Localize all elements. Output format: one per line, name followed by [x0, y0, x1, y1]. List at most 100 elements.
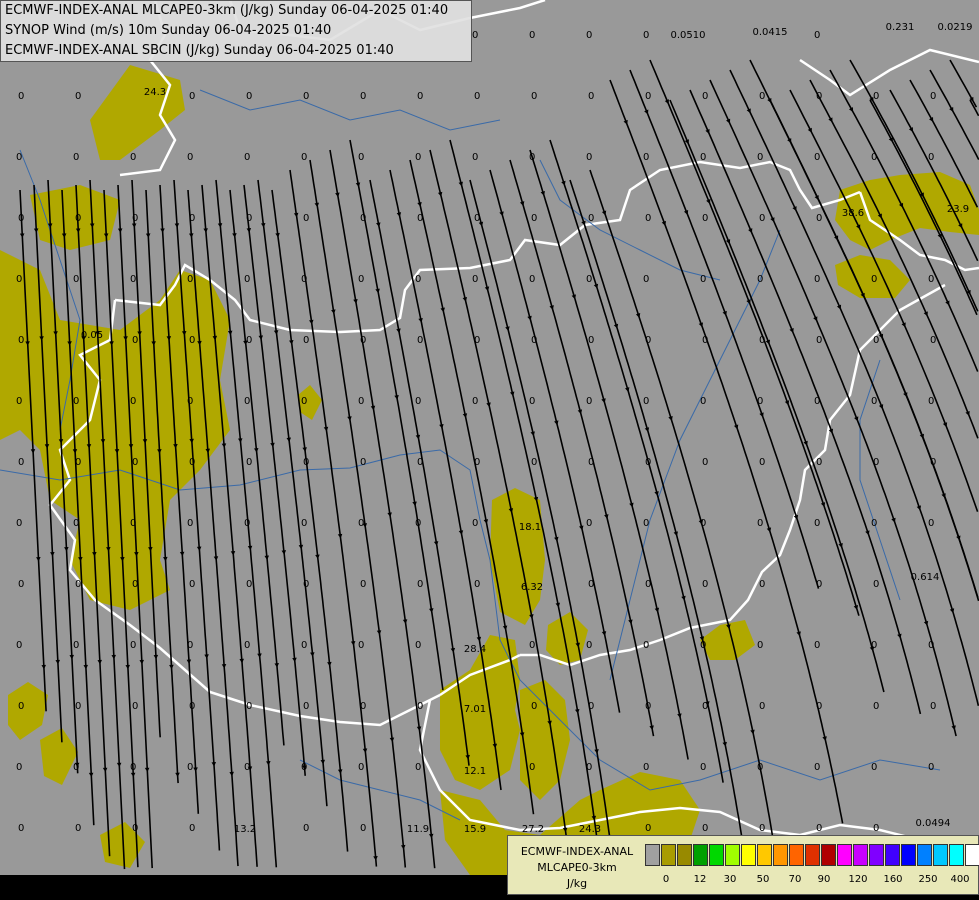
cape-value-label: 28.4 [464, 644, 486, 655]
zero-value-label: 0 [873, 701, 879, 712]
zero-value-label: 0 [474, 457, 480, 468]
zero-value-label: 0 [187, 396, 193, 407]
zero-value-label: 0 [415, 640, 421, 651]
zero-value-label: 0 [244, 152, 250, 163]
zero-value-label: 0 [132, 701, 138, 712]
zero-value-label: 0 [18, 457, 24, 468]
zero-value-label: 0 [360, 579, 366, 590]
zero-value-label: 0 [588, 701, 594, 712]
zero-value-label: 0 [759, 91, 765, 102]
legend-swatch [885, 844, 900, 866]
zero-value-label: 0 [358, 274, 364, 285]
zero-value-label: 0 [759, 457, 765, 468]
zero-value-label: 0 [18, 213, 24, 224]
zero-value-label: 0 [700, 274, 706, 285]
zero-value-label: 0 [246, 579, 252, 590]
legend-tick-label: 120 [848, 874, 868, 885]
zero-value-label: 0 [75, 823, 81, 834]
cape-value-label: 6.32 [521, 582, 543, 593]
zero-value-label: 0 [187, 640, 193, 651]
zero-value-label: 0 [187, 518, 193, 529]
zero-value-label: 0 [645, 213, 651, 224]
zero-value-label: 0 [187, 152, 193, 163]
zero-value-label: 0 [303, 701, 309, 712]
zero-value-label: 0 [189, 91, 195, 102]
zero-value-label: 0 [244, 274, 250, 285]
zero-value-label: 0 [358, 396, 364, 407]
legend-unit: J/kg [566, 877, 588, 890]
zero-value-label: 0 [873, 335, 879, 346]
zero-value-label: 0 [757, 152, 763, 163]
zero-value-label: 0 [930, 335, 936, 346]
zero-value-label: 0 [130, 762, 136, 773]
cape-value-label: 0.0494 [916, 818, 951, 829]
zero-value-label: 0 [814, 396, 820, 407]
zero-value-label: 0 [757, 274, 763, 285]
zero-value-label: 0 [643, 30, 649, 41]
zero-value-label: 0 [928, 762, 934, 773]
legend-tick-label: 160 [883, 874, 903, 885]
zero-value-label: 0 [130, 396, 136, 407]
zero-value-label: 0 [16, 274, 22, 285]
legend-tick-label: 30 [723, 874, 737, 885]
zero-value-label: 0 [873, 823, 879, 834]
title-line-cin: ECMWF-INDEX-ANAL SBCIN (J/kg) Sunday 06-… [5, 43, 394, 58]
cape-value-label: 27.2 [522, 824, 544, 835]
legend-tick-label: 12 [693, 874, 707, 885]
zero-value-label: 0 [757, 396, 763, 407]
zero-value-label: 0 [130, 640, 136, 651]
zero-value-label: 0 [873, 579, 879, 590]
zero-value-label: 0 [472, 518, 478, 529]
zero-value-label: 0 [643, 396, 649, 407]
zero-value-label: 0 [531, 335, 537, 346]
zero-value-label: 0 [588, 213, 594, 224]
zero-value-label: 0 [360, 213, 366, 224]
legend-tick-label: 90 [817, 874, 831, 885]
zero-value-label: 0 [303, 457, 309, 468]
cape-value-label: 0.05 [81, 330, 103, 341]
zero-value-label: 0 [814, 640, 820, 651]
zero-value-label: 0 [816, 335, 822, 346]
zero-value-label: 0 [246, 91, 252, 102]
legend-tick-label: 400 [950, 874, 970, 885]
zero-value-label: 0 [189, 823, 195, 834]
zero-value-label: 0 [130, 274, 136, 285]
legend-swatch [645, 844, 660, 866]
zero-value-label: 0 [417, 701, 423, 712]
cape-value-label: 13.2 [234, 824, 256, 835]
zero-value-label: 0 [816, 457, 822, 468]
zero-value-label: 0 [531, 213, 537, 224]
zero-value-label: 0 [759, 335, 765, 346]
legend-swatch [821, 844, 836, 866]
cape-value-label: 18.1 [519, 522, 541, 533]
zero-value-label: 0 [871, 152, 877, 163]
zero-value-label: 0 [417, 579, 423, 590]
zero-value-label: 0 [586, 152, 592, 163]
zero-value-label: 0 [73, 640, 79, 651]
zero-value-label: 0 [472, 396, 478, 407]
zero-value-label: 0 [417, 91, 423, 102]
zero-value-label: 0 [358, 762, 364, 773]
zero-value-label: 0 [415, 518, 421, 529]
zero-value-label: 0 [303, 823, 309, 834]
zero-value-label: 0 [303, 213, 309, 224]
zero-value-label: 0 [529, 640, 535, 651]
zero-value-label: 0 [814, 274, 820, 285]
zero-value-label: 0 [474, 335, 480, 346]
legend-swatch [757, 844, 772, 866]
zero-value-label: 0 [415, 396, 421, 407]
zero-value-label: 0 [871, 396, 877, 407]
map-title-box: ECMWF-INDEX-ANAL MLCAPE0-3km (J/kg) Sund… [0, 0, 472, 62]
title-line-wind: SYNOP Wind (m/s) 10m Sunday 06-04-2025 0… [5, 23, 332, 38]
legend-tick-label: 70 [788, 874, 802, 885]
zero-value-label: 0 [358, 518, 364, 529]
zero-value-label: 0 [73, 152, 79, 163]
zero-value-label: 0 [189, 213, 195, 224]
color-legend: ECMWF-INDEX-ANAL MLCAPE0-3km J/kg 0 12 30 5… [507, 835, 979, 895]
zero-value-label: 0 [586, 518, 592, 529]
zero-value-label: 0 [531, 91, 537, 102]
zero-value-label: 0 [474, 91, 480, 102]
zero-value-label: 0 [586, 30, 592, 41]
zero-value-label: 0 [16, 152, 22, 163]
zero-value-label: 0 [18, 335, 24, 346]
